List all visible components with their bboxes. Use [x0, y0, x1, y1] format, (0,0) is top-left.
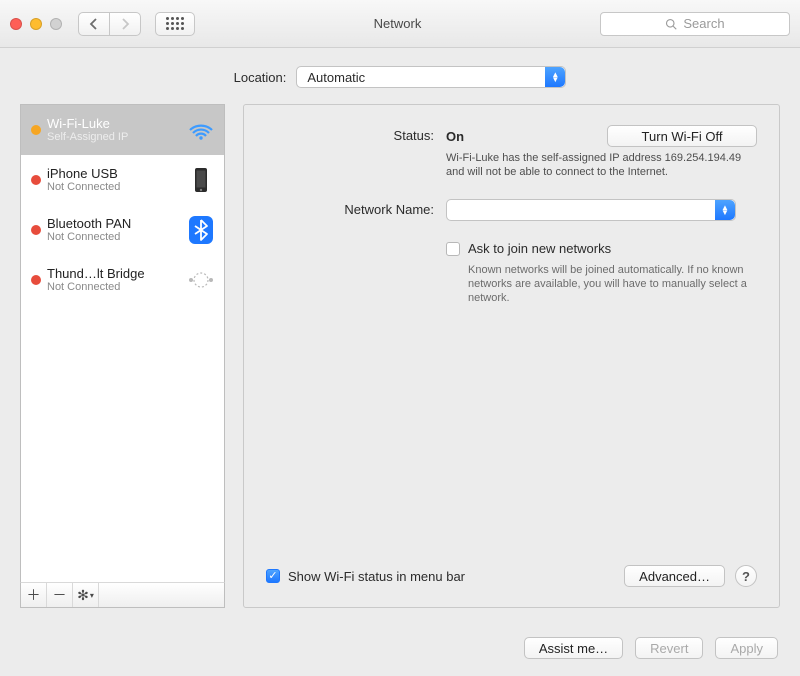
ask-join-checkbox[interactable]: Ask to join new networks	[446, 241, 611, 256]
window-controls	[10, 18, 62, 30]
service-actions-button[interactable]: ✻▾	[73, 583, 99, 607]
thunderbolt-icon	[186, 270, 216, 290]
chevron-down-icon: ▾	[90, 591, 94, 600]
assist-me-button[interactable]: Assist me…	[524, 637, 623, 659]
status-value-wrap: On Turn Wi-Fi Off Wi-Fi-Luke has the sel…	[446, 125, 757, 179]
bottombar: Assist me… Revert Apply	[0, 620, 800, 676]
help-button[interactable]: ?	[735, 565, 757, 587]
service-thunderbolt-bridge[interactable]: Thund…lt Bridge Not Connected	[21, 255, 224, 305]
window-title: Network	[205, 16, 590, 31]
service-status: Not Connected	[47, 231, 180, 244]
detail-footer: Show Wi-Fi status in menu bar Advanced… …	[266, 557, 757, 587]
search-placeholder: Search	[683, 16, 724, 31]
service-iphone-usb[interactable]: iPhone USB Not Connected	[21, 155, 224, 205]
wifi-icon	[186, 120, 216, 140]
status-note: Wi-Fi-Luke has the self-assigned IP addr…	[446, 151, 746, 179]
back-button[interactable]	[78, 12, 110, 36]
iphone-icon	[186, 167, 216, 193]
status-dot-icon	[31, 125, 41, 135]
wifi-toggle-button[interactable]: Turn Wi-Fi Off	[607, 125, 757, 147]
service-wifi[interactable]: Wi-Fi-Luke Self-Assigned IP	[21, 105, 224, 155]
show-all-button[interactable]	[155, 12, 195, 36]
close-icon[interactable]	[10, 18, 22, 30]
detail-panel: Status: On Turn Wi-Fi Off Wi-Fi-Luke has…	[243, 104, 780, 608]
bluetooth-icon	[186, 216, 216, 244]
revert-button[interactable]: Revert	[635, 637, 703, 659]
show-menubar-checkbox[interactable]: Show Wi-Fi status in menu bar	[266, 569, 465, 584]
network-name-row: Network Name: ▲▼	[266, 199, 757, 221]
sidebar-toolbar: ＋ － ✻▾	[20, 582, 225, 608]
service-status: Self-Assigned IP	[47, 131, 180, 144]
location-popup[interactable]: Automatic ▲▼	[296, 66, 566, 88]
chevron-updown-icon: ▲▼	[715, 200, 735, 220]
service-text: iPhone USB Not Connected	[47, 166, 180, 194]
location-label: Location:	[234, 70, 287, 85]
status-label: Status:	[266, 125, 446, 143]
ask-join-label: Ask to join new networks	[468, 241, 611, 256]
titlebar: Network Search	[0, 0, 800, 48]
network-name-value-wrap: ▲▼	[446, 199, 757, 221]
status-value: On	[446, 129, 464, 144]
service-text: Wi-Fi-Luke Self-Assigned IP	[47, 116, 180, 144]
location-value: Automatic	[307, 70, 365, 85]
sidebar: Wi-Fi-Luke Self-Assigned IP iPhone USB	[20, 104, 225, 608]
remove-service-button[interactable]: －	[47, 583, 73, 607]
service-name: Bluetooth PAN	[47, 216, 180, 231]
apply-button[interactable]: Apply	[715, 637, 778, 659]
search-icon	[665, 18, 677, 30]
status-dot-icon	[31, 225, 41, 235]
content: Wi-Fi-Luke Self-Assigned IP iPhone USB	[0, 104, 800, 620]
service-status: Not Connected	[47, 281, 180, 294]
service-status: Not Connected	[47, 181, 180, 194]
status-dot-icon	[31, 275, 41, 285]
service-text: Thund…lt Bridge Not Connected	[47, 266, 180, 294]
minimize-icon[interactable]	[30, 18, 42, 30]
service-name: iPhone USB	[47, 166, 180, 181]
forward-button[interactable]	[109, 12, 141, 36]
show-menubar-label: Show Wi-Fi status in menu bar	[288, 569, 465, 584]
service-list: Wi-Fi-Luke Self-Assigned IP iPhone USB	[20, 104, 225, 582]
add-service-button[interactable]: ＋	[21, 583, 47, 607]
chevron-updown-icon: ▲▼	[545, 67, 565, 87]
search-field[interactable]: Search	[600, 12, 790, 36]
location-row: Location: Automatic ▲▼	[0, 48, 800, 104]
service-name: Thund…lt Bridge	[47, 266, 180, 281]
nav-group	[78, 12, 141, 36]
checkbox-icon	[446, 242, 460, 256]
grid-icon	[166, 17, 184, 30]
status-row: Status: On Turn Wi-Fi Off Wi-Fi-Luke has…	[266, 125, 757, 179]
advanced-button[interactable]: Advanced…	[624, 565, 725, 587]
zoom-icon[interactable]	[50, 18, 62, 30]
service-bluetooth-pan[interactable]: Bluetooth PAN Not Connected	[21, 205, 224, 255]
network-name-label: Network Name:	[266, 199, 446, 217]
gear-icon: ✻	[77, 587, 89, 604]
status-dot-icon	[31, 175, 41, 185]
network-name-popup[interactable]: ▲▼	[446, 199, 736, 221]
checkbox-checked-icon	[266, 569, 280, 583]
ask-join-row: Ask to join new networks Known networks …	[266, 241, 757, 305]
ask-join-note: Known networks will be joined automatica…	[468, 263, 757, 305]
service-name: Wi-Fi-Luke	[47, 116, 180, 131]
service-text: Bluetooth PAN Not Connected	[47, 216, 180, 244]
